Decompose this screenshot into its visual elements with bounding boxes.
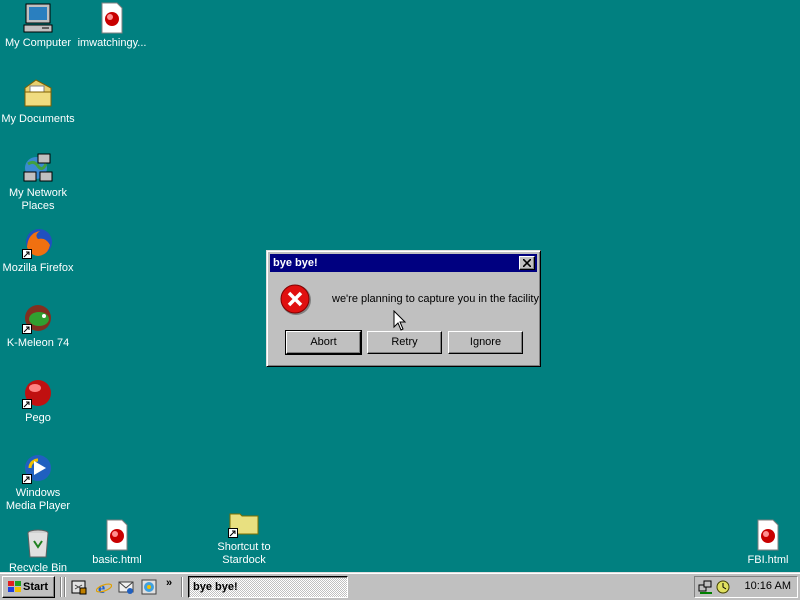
system-tray: 10:16 AM	[694, 576, 798, 598]
close-button[interactable]	[519, 256, 535, 270]
my-computer-icon	[22, 2, 54, 34]
desktop-icon-label: Shortcut to Stardock	[217, 541, 271, 566]
desktop-icon-my-documents[interactable]: My Documents	[0, 78, 76, 126]
desktop-icon-label: Mozilla Firefox	[2, 262, 74, 274]
html-document-icon	[101, 519, 133, 551]
desktop-icon-label: imwatchingy...	[77, 37, 147, 49]
desktop-icon-label: My Documents	[1, 113, 75, 125]
shortcut-arrow-icon	[22, 399, 32, 409]
desktop-icon-imwatchingy[interactable]: imwatchingy...	[74, 2, 150, 50]
internet-explorer-icon[interactable]: e	[95, 579, 113, 597]
error-icon	[280, 284, 312, 316]
message-dialog: bye bye! we're planning to capture you i…	[266, 250, 541, 367]
desktop-icon-mozilla-firefox[interactable]: Mozilla Firefox	[0, 227, 76, 275]
outlook-express-icon[interactable]	[118, 579, 134, 595]
shortcut-arrow-icon	[22, 474, 32, 484]
shortcut-arrow-icon	[228, 528, 238, 538]
desktop-icon-label: My Computer	[4, 37, 72, 49]
network-status-icon[interactable]	[698, 579, 714, 595]
abort-button[interactable]: Abort	[285, 330, 362, 355]
shortcut-arrow-icon	[22, 249, 32, 259]
shortcut-arrow-icon	[22, 324, 32, 334]
desktop-icon-basic-html[interactable]: basic.html	[79, 519, 155, 567]
desktop-icon-k-meleon[interactable]: K-Meleon 74	[0, 302, 76, 350]
desktop-icon-pego[interactable]: Pego	[0, 377, 76, 425]
task-label: bye bye!	[193, 581, 238, 593]
media-player-icon	[22, 452, 54, 484]
desktop-icon-windows-media-player[interactable]: Windows Media Player	[0, 452, 76, 513]
quick-launch-chevron[interactable]: »	[166, 577, 172, 589]
my-documents-folder-icon	[22, 78, 54, 110]
scheduler-icon[interactable]	[715, 579, 731, 595]
dialog-message: we're planning to capture you in the fac…	[332, 293, 539, 305]
mouse-cursor-icon	[393, 309, 407, 335]
dialog-titlebar[interactable]: bye bye!	[270, 254, 537, 272]
recycle-bin-icon	[22, 527, 54, 559]
dialog-title: bye bye!	[273, 257, 318, 269]
desktop-icon-label: basic.html	[92, 554, 142, 566]
k-meleon-icon	[22, 302, 54, 334]
channels-icon[interactable]	[141, 579, 157, 595]
ignore-button[interactable]: Ignore	[448, 331, 523, 354]
desktop-icon-my-network-places[interactable]: My Network Places	[0, 152, 76, 213]
network-places-icon	[22, 152, 54, 184]
start-button[interactable]: Start	[2, 576, 55, 598]
firefox-icon	[22, 227, 54, 259]
close-icon	[523, 259, 531, 267]
html-document-icon	[752, 519, 784, 551]
desktop-icon-label: My Network Places	[8, 187, 68, 212]
desktop-icon-label: Pego	[25, 412, 51, 424]
pego-icon	[22, 377, 54, 409]
desktop-icon-recycle-bin[interactable]: Recycle Bin	[0, 527, 76, 575]
windows-logo-icon	[6, 580, 22, 600]
taskbar-separator	[60, 577, 62, 597]
desktop-icon-label: Windows Media Player	[5, 487, 71, 512]
desktop-icon-my-computer[interactable]: My Computer	[0, 2, 76, 50]
show-desktop-icon[interactable]	[71, 579, 87, 595]
desktop-icon-fbi-html[interactable]: FBI.html	[730, 519, 800, 567]
taskbar-separator	[64, 577, 66, 597]
taskbar: Start e » bye bye! 10:16 AM	[0, 572, 800, 600]
start-label: Start	[23, 581, 49, 593]
clock[interactable]: 10:16 AM	[745, 580, 791, 592]
taskbar-separator	[181, 577, 183, 597]
folder-shortcut-icon	[228, 506, 260, 538]
desktop-icon-label: K-Meleon 74	[6, 337, 70, 349]
html-document-icon	[96, 2, 128, 34]
taskbar-task-button[interactable]: bye bye!	[188, 576, 348, 598]
desktop-icon-shortcut-to-stardock[interactable]: Shortcut to Stardock	[206, 506, 282, 567]
desktop-icon-label: FBI.html	[747, 554, 789, 566]
